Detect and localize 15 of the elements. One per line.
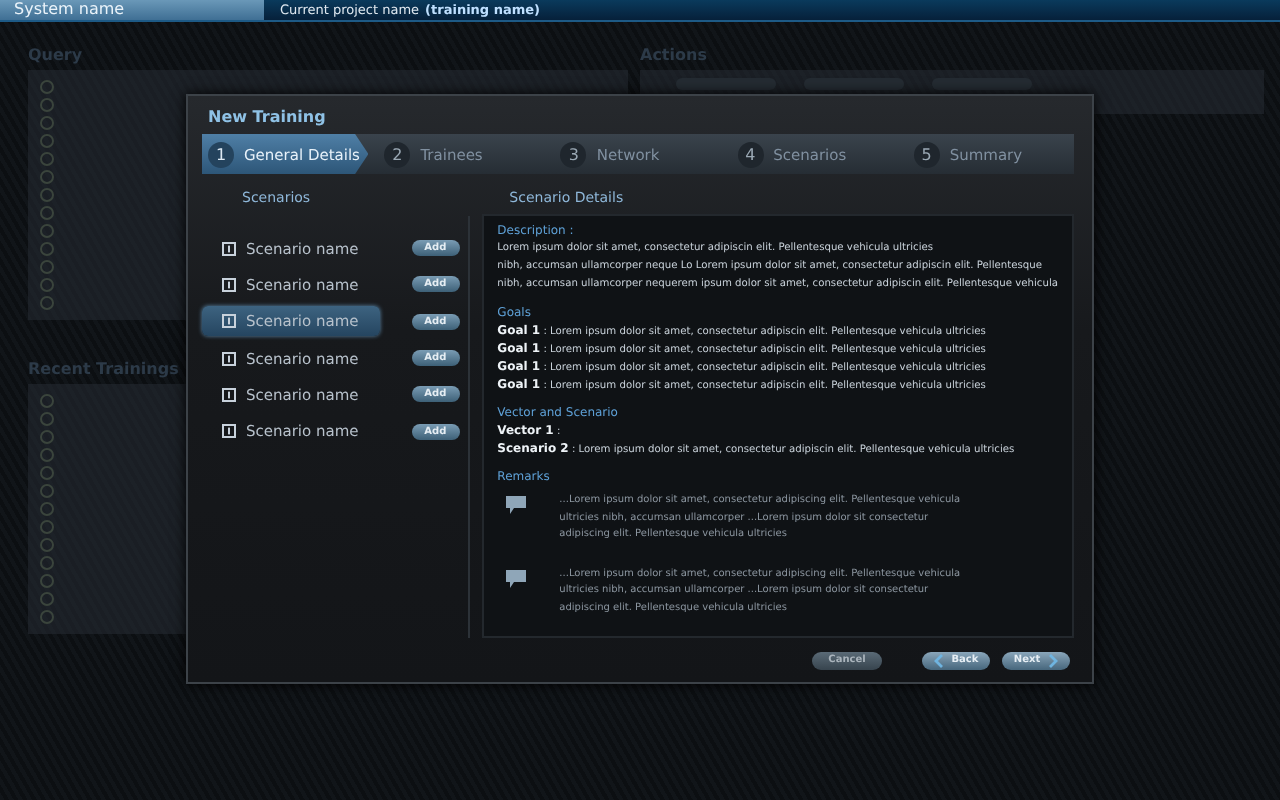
info-icon [222, 351, 236, 366]
comment-icon [503, 494, 528, 516]
chevron-right-icon [1048, 653, 1059, 667]
action-button[interactable] [932, 78, 1032, 90]
action-button[interactable] [676, 78, 776, 90]
action-button[interactable] [804, 78, 904, 90]
dialog-title: New Training [206, 106, 328, 130]
chevron-left-icon [933, 653, 944, 667]
system-name: System name [0, 0, 264, 20]
comment-icon [503, 567, 528, 589]
info-icon [222, 314, 236, 329]
info-icon [222, 241, 236, 256]
info-icon [222, 277, 236, 292]
info-icon [222, 424, 236, 439]
info-icon [222, 387, 236, 402]
